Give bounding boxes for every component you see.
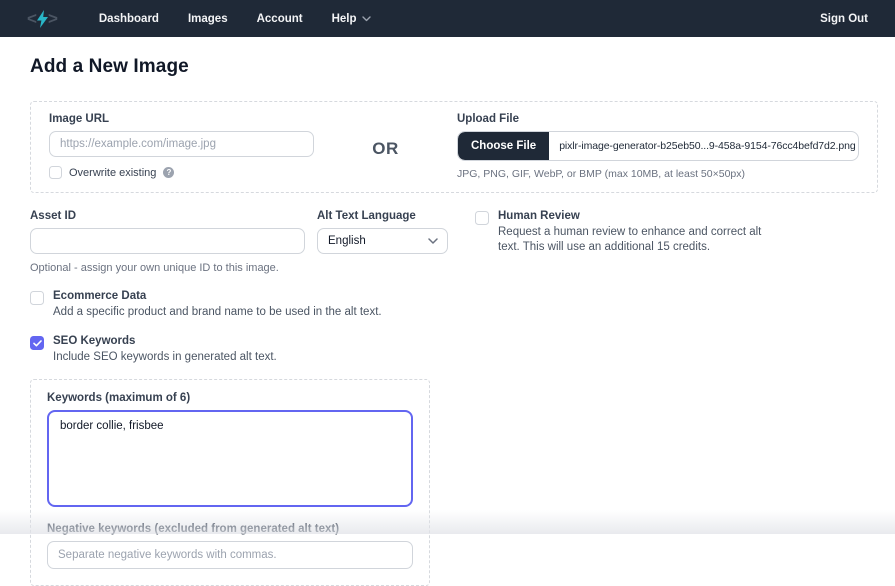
nav-item-images[interactable]: Images (188, 13, 228, 25)
overwrite-existing-label: Overwrite existing (69, 166, 157, 179)
language-column: Alt Text Language English (317, 210, 448, 254)
ecommerce-text: Ecommerce Data Add a specific product an… (53, 290, 382, 320)
human-review-section: Human Review Request a human review to e… (475, 210, 770, 255)
seo-keywords-description: Include SEO keywords in generated alt te… (53, 351, 277, 364)
help-question-icon[interactable]: ? (163, 167, 175, 178)
page-title: Add a New Image (30, 56, 189, 77)
upload-file-label: Upload File (457, 113, 519, 125)
overwrite-existing-row: Overwrite existing ? (49, 166, 314, 179)
image-source-panel: Image URL Overwrite existing ? OR Upload… (30, 101, 878, 193)
chevron-down-icon (361, 15, 371, 22)
asset-id-help: Optional - assign your own unique ID to … (30, 262, 279, 274)
select-chevron-icon (428, 238, 438, 244)
sign-out-button[interactable]: Sign Out (820, 13, 868, 25)
nav-item-images-label: Images (187, 12, 228, 25)
ecommerce-section: Ecommerce Data Add a specific product an… (30, 290, 878, 320)
keywords-textarea[interactable]: border collie, frisbee (47, 410, 413, 508)
upload-format-help: JPG, PNG, GIF, WebP, or BMP (max 10MB, a… (457, 168, 745, 180)
nav-item-account-label: Account (256, 12, 303, 25)
asset-id-input[interactable] (30, 228, 305, 254)
negative-keywords-input[interactable] (47, 541, 413, 570)
overwrite-existing-checkbox[interactable] (49, 166, 62, 179)
ecommerce-checkbox[interactable] (30, 291, 44, 305)
language-select[interactable]: English (317, 228, 448, 254)
human-review-label: Human Review (498, 210, 580, 222)
nav-item-dashboard[interactable]: Dashboard (99, 13, 159, 25)
nav-links: Dashboard Images Account Help (99, 13, 371, 25)
selected-filename: pixlr-image-generator-b25eb50...9-458a-9… (559, 140, 856, 152)
asset-id-column: Asset ID Optional - assign your own uniq… (30, 210, 305, 274)
nav-item-help-label: Help (331, 12, 357, 25)
file-upload-control: Choose File pixlr-image-generator-b25eb5… (457, 131, 859, 161)
or-divider: OR (372, 139, 399, 158)
image-url-input[interactable] (49, 131, 314, 157)
seo-keywords-text: SEO Keywords Include SEO keywords in gen… (53, 335, 277, 365)
seo-keywords-section: SEO Keywords Include SEO keywords in gen… (30, 335, 878, 365)
image-url-label: Image URL (49, 113, 110, 125)
nav-item-dashboard-label: Dashboard (98, 12, 159, 25)
human-review-checkbox[interactable] (475, 211, 489, 225)
image-url-column: Image URL Overwrite existing ? (49, 113, 314, 179)
seo-keywords-checkbox[interactable] (30, 336, 44, 351)
choose-file-button[interactable]: Choose File (458, 132, 550, 160)
language-selected-value: English (328, 235, 366, 247)
language-label: Alt Text Language (317, 210, 416, 222)
brand-logo[interactable]: < > (27, 9, 58, 28)
asset-id-label: Asset ID (30, 210, 77, 222)
main-content: Add a New Image Image URL Overwrite exis… (30, 56, 878, 365)
upload-file-column: Upload File Choose File pixlr-image-gene… (457, 113, 859, 180)
nav-item-help[interactable]: Help (332, 13, 371, 25)
sign-out-label: Sign Out (820, 12, 868, 25)
seo-keywords-label: SEO Keywords (53, 335, 136, 348)
right-bracket-glyph: > (47, 9, 58, 28)
ecommerce-description: Add a specific product and brand name to… (53, 306, 382, 318)
keywords-label: Keywords (maximum of 6) (47, 392, 191, 405)
nav-item-account[interactable]: Account (257, 13, 303, 25)
ecommerce-label: Ecommerce Data (53, 290, 147, 302)
keywords-panel: Keywords (maximum of 6) border collie, f… (30, 379, 430, 586)
top-navbar: < > Dashboard Images Account Help Sign O… (0, 0, 895, 37)
asset-language-row: Asset ID Optional - assign your own uniq… (30, 210, 878, 274)
human-review-text: Human Review Request a human review to e… (498, 210, 770, 255)
human-review-description: Request a human review to enhance and co… (498, 226, 762, 254)
